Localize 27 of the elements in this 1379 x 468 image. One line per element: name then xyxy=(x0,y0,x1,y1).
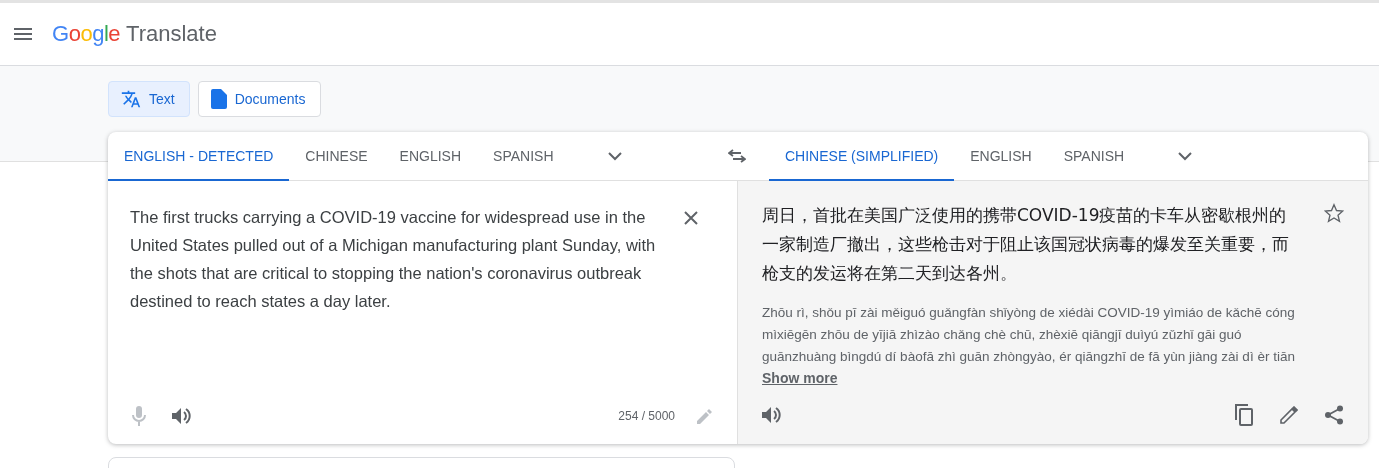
language-tab[interactable]: ENGLISH xyxy=(954,132,1048,181)
close-icon[interactable] xyxy=(684,211,698,225)
romanization-text: Zhōu rì, shǒu pī zài měiguó guǎngfàn shǐyòng de xiédài COVID-19 yìmiáo de kǎchē cóng mìxiēgēn zhōu de yījiā zhìzào chǎng chè chū, zhèxiē qiāngjī duìyú zǔzhǐ gāi guó guānzhuàng bìngdú dí bàofā zhì guān zhòngyào, ér qiāngzhī de fā yùn jiàng zài dì èr tiān xyxy=(762,304,1296,366)
chevron-down-icon[interactable] xyxy=(1178,151,1193,161)
language-tab[interactable]: SPANISH xyxy=(477,132,570,181)
language-tab[interactable]: ENGLISH xyxy=(383,132,478,181)
show-more-link[interactable]: Show more xyxy=(762,370,838,386)
language-tab[interactable]: ENGLISH - DETECTED xyxy=(108,132,290,181)
language-tab[interactable]: SPANISH xyxy=(1047,132,1141,181)
swap-icon[interactable] xyxy=(728,149,746,163)
translation-text: 周日，首批在美国广泛使用的携带COVID-19疫苗的卡车从密歇根州的 一家制造厂撤出，这些枪击对于阻止该国冠状病毒的爆发至关重要，而 枪支的发运将在第二天到达各州。 xyxy=(762,204,1290,285)
pencil-icon[interactable] xyxy=(1280,406,1298,424)
text-mode-button[interactable]: Text xyxy=(108,81,190,117)
speaker-icon[interactable] xyxy=(762,406,782,424)
star-icon[interactable] xyxy=(1324,203,1344,223)
translate-icon xyxy=(121,89,141,109)
chevron-down-icon[interactable] xyxy=(607,151,622,161)
source-text-field[interactable]: The first trucks carrying a COVID-19 vaccine for widespread use in the United States pulled out of a Michigan manufacturing plant Sunday, with the shots that are critical to stopping the nation's coronavirus outbreak destined to reach states a day later. xyxy=(130,203,670,315)
menu-icon[interactable] xyxy=(14,28,32,40)
document-icon xyxy=(210,89,227,109)
app-logo[interactable]: Google Translate xyxy=(52,21,217,47)
language-tab[interactable]: CHINESE xyxy=(289,132,384,181)
character-count: 254 / 5000 xyxy=(618,409,675,423)
document-mode-button[interactable]: Documents xyxy=(197,81,321,117)
speaker-icon[interactable] xyxy=(172,407,192,425)
share-icon[interactable] xyxy=(1324,405,1344,425)
copy-icon[interactable] xyxy=(1234,404,1254,426)
